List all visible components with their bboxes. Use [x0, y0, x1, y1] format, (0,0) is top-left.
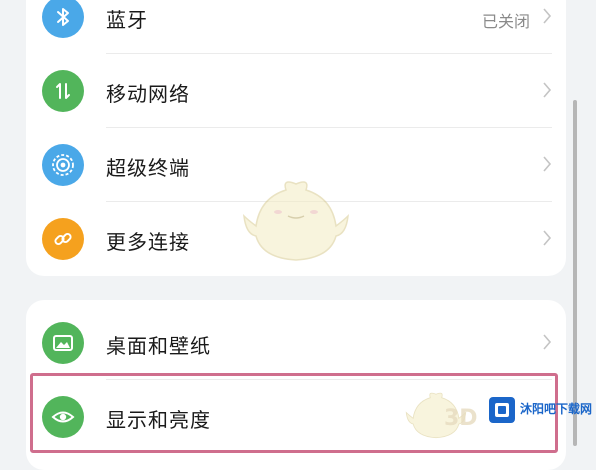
more-connections-label: 更多连接	[106, 230, 190, 254]
wallpaper-icon	[42, 322, 84, 364]
chevron-right-icon	[543, 8, 552, 24]
settings-item-wallpaper[interactable]: 桌面和壁纸	[26, 306, 566, 380]
mobile-data-icon	[42, 70, 84, 112]
settings-item-bluetooth[interactable]: 蓝牙 已关闭	[26, 0, 566, 54]
watermark-site-name: 沐阳吧下载网	[520, 402, 593, 416]
watermark-logo-3d: 3D	[444, 406, 478, 431]
mascot-watermark	[243, 181, 349, 261]
highlight-box	[30, 373, 558, 453]
super-device-label: 超级终端	[106, 156, 190, 180]
super-device-icon	[42, 144, 84, 186]
chevron-right-icon	[543, 230, 552, 246]
mobile-network-label: 移动网络	[106, 82, 190, 106]
watermark-logo: 3D 沐阳吧下载网	[444, 392, 593, 432]
settings-item-mobile-network[interactable]: 移动网络	[26, 54, 566, 128]
wallpaper-label: 桌面和壁纸	[106, 334, 211, 358]
link-icon	[42, 218, 84, 260]
bluetooth-icon	[42, 0, 84, 38]
site-logo-icon	[489, 397, 515, 423]
chevron-right-icon	[543, 334, 552, 350]
bluetooth-label: 蓝牙	[106, 8, 148, 32]
chevron-right-icon	[543, 82, 552, 98]
chevron-right-icon	[543, 156, 552, 172]
bluetooth-status: 已关闭	[481, 12, 530, 31]
